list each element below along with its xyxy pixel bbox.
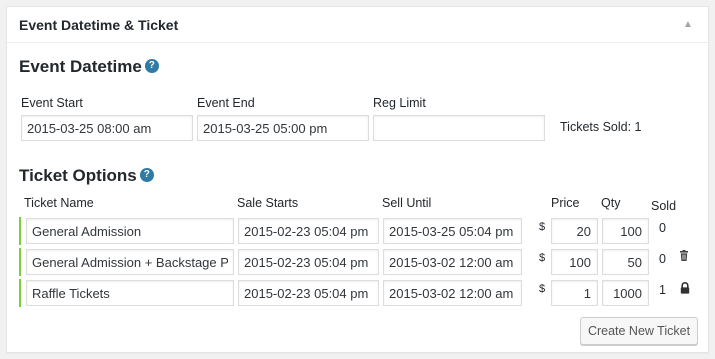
sold-count: 0	[659, 252, 666, 266]
help-icon[interactable]: ?	[144, 58, 159, 73]
event-start-label: Event Start	[21, 96, 83, 110]
reg-limit-input[interactable]	[373, 115, 545, 141]
column-sold: Sold	[651, 199, 677, 213]
create-new-ticket-button[interactable]: Create New Ticket	[580, 317, 698, 345]
sale-starts-input[interactable]	[238, 280, 379, 306]
panel-header: Event Datetime & Ticket ▲	[7, 7, 708, 43]
ticket-name-input[interactable]	[26, 249, 234, 275]
qty-input[interactable]	[602, 218, 649, 244]
currency-symbol: $	[539, 221, 546, 233]
ticket-name-input[interactable]	[26, 280, 234, 306]
currency-symbol: $	[539, 252, 546, 264]
help-icon[interactable]: ?	[139, 167, 154, 182]
ticket-row-marker	[19, 217, 21, 245]
sell-until-input[interactable]	[383, 249, 522, 275]
price-input[interactable]	[551, 280, 598, 306]
tickets-sold-text: Tickets Sold: 1	[560, 120, 642, 134]
ticket-row-marker	[19, 279, 21, 307]
sell-until-input[interactable]	[383, 280, 522, 306]
sale-starts-input[interactable]	[238, 218, 379, 244]
currency-symbol: $	[539, 283, 546, 295]
column-ticket-name: Ticket Name	[24, 196, 94, 210]
ticket-options-heading: Ticket Options?	[19, 166, 154, 186]
price-input[interactable]	[551, 249, 598, 275]
trash-icon[interactable]	[678, 250, 690, 262]
column-qty: Qty	[601, 196, 621, 210]
event-start-input[interactable]	[21, 115, 193, 141]
event-datetime-heading: Event Datetime?	[19, 57, 159, 77]
sold-count: 0	[659, 221, 666, 235]
column-sale-starts: Sale Starts	[237, 196, 299, 210]
panel-title: Event Datetime & Ticket	[19, 16, 179, 33]
collapse-toggle-icon[interactable]: ▲	[680, 17, 696, 33]
sale-starts-input[interactable]	[238, 249, 379, 275]
sell-until-input[interactable]	[383, 218, 522, 244]
ticket-name-input[interactable]	[26, 218, 234, 244]
qty-input[interactable]	[602, 280, 649, 306]
column-sell-until: Sell Until	[382, 196, 432, 210]
event-end-label: Event End	[197, 96, 255, 110]
ticket-options-heading-text: Ticket Options	[19, 166, 137, 185]
reg-limit-label: Reg Limit	[373, 96, 426, 110]
lock-icon	[680, 282, 690, 294]
price-input[interactable]	[551, 218, 598, 244]
event-end-input[interactable]	[197, 115, 369, 141]
qty-input[interactable]	[602, 249, 649, 275]
event-datetime-ticket-panel: Event Datetime & Ticket ▲ Event Datetime…	[6, 6, 709, 353]
sold-count: 1	[659, 283, 666, 297]
column-price: Price	[551, 196, 580, 210]
ticket-row-marker	[19, 248, 21, 276]
event-datetime-heading-text: Event Datetime	[19, 57, 142, 76]
